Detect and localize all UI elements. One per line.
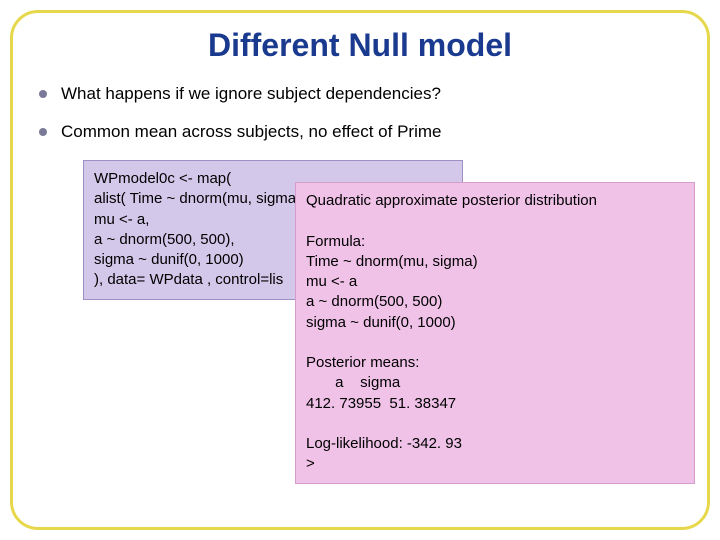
slide-title: Different Null model bbox=[31, 27, 689, 64]
bullet-row-1: What happens if we ignore subject depend… bbox=[39, 84, 689, 104]
bullet-icon bbox=[39, 128, 47, 136]
result-box: Quadratic approximate posterior distribu… bbox=[295, 182, 695, 484]
bullet-text-1: What happens if we ignore subject depend… bbox=[61, 84, 441, 104]
slide-frame: Different Null model What happens if we … bbox=[10, 10, 710, 530]
bullet-row-2: Common mean across subjects, no effect o… bbox=[39, 122, 689, 142]
bullet-icon bbox=[39, 90, 47, 98]
bullet-text-2: Common mean across subjects, no effect o… bbox=[61, 122, 441, 142]
content-boxes: WPmodel0c <- map( alist( Time ~ dnorm(mu… bbox=[31, 160, 689, 490]
